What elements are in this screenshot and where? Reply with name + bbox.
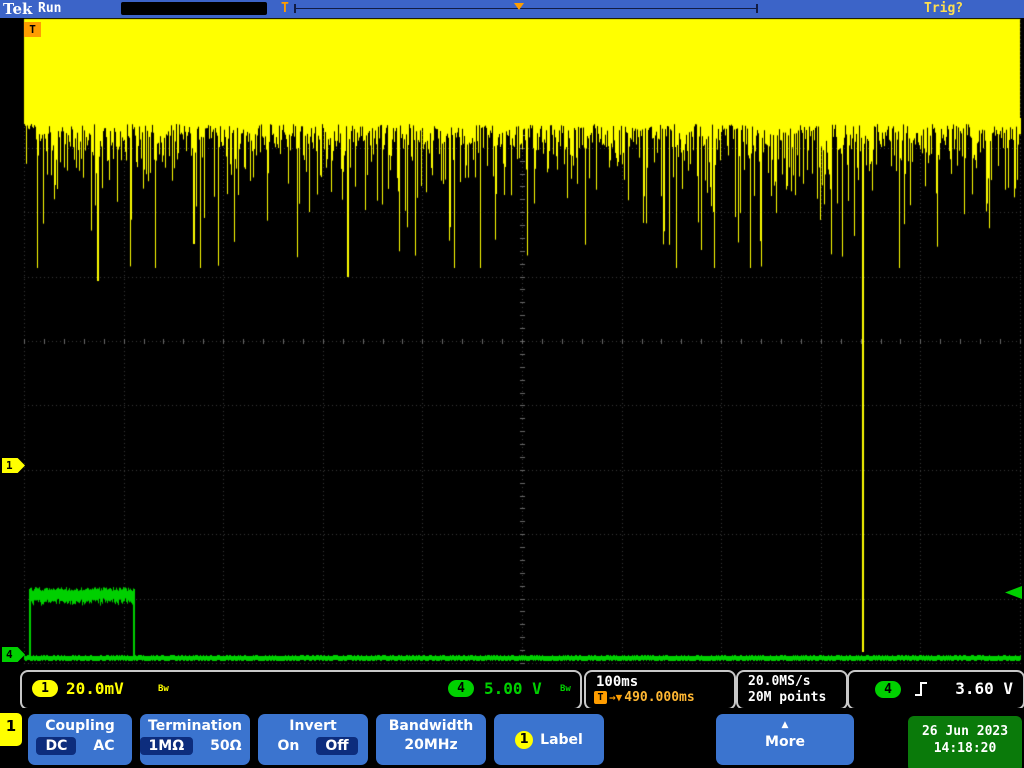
trigger-level-value: 3.60 V — [955, 679, 1013, 698]
bandwidth-value: 20MHz — [404, 737, 458, 753]
trigger-position-value: 490.000ms — [624, 690, 695, 705]
readout-bar: 1 20.0mV Bw 4 5.00 V Bw 100ms T →▼ 490.0… — [0, 668, 1024, 710]
invert-option-off[interactable]: Off — [316, 737, 358, 755]
datetime-display: 26 Jun 2023 14:18:20 — [908, 716, 1022, 768]
trigger-position-icon[interactable] — [514, 3, 524, 10]
ch4-badge: 4 — [448, 680, 474, 697]
ch1-bandwidth-limit-icon: Bw — [158, 684, 169, 694]
termination-option-1mohm[interactable]: 1MΩ — [139, 737, 194, 755]
trigger-t-label: T — [281, 1, 289, 16]
invert-option-on[interactable]: On — [268, 737, 308, 755]
sample-rate-value: 20.0MS/s — [748, 674, 811, 689]
label-button-text: Label — [540, 731, 583, 748]
termination-label: Termination — [148, 718, 242, 734]
acquisition-status: Run — [38, 1, 62, 16]
coupling-button[interactable]: Coupling DC AC — [28, 714, 132, 765]
trigger-arrow-icon: →▼ — [609, 691, 623, 704]
more-button-text: More — [765, 734, 805, 750]
trigger-status-text: Trig? — [924, 1, 964, 16]
termination-option-50ohm[interactable]: 50Ω — [201, 737, 250, 755]
trigger-source-badge: 4 — [875, 681, 901, 698]
up-arrow-icon: ▲ — [781, 720, 789, 730]
bandwidth-label: Bandwidth — [388, 718, 474, 734]
waveform-display — [0, 0, 1024, 768]
oscilloscope-screen: Tek Run T Trig? T 1 4 1 20.0mV Bw 4 5.00… — [0, 0, 1024, 768]
channel-1-tab[interactable]: 1 — [0, 713, 22, 746]
trigger-readout-box: 4 3.60 V — [847, 670, 1024, 710]
coupling-option-dc[interactable]: DC — [36, 737, 77, 755]
header-bar: Tek Run T Trig? — [0, 0, 1024, 18]
date-text: 26 Jun 2023 — [921, 724, 1009, 739]
record-length-value: 20M points — [748, 690, 827, 705]
coupling-option-ac[interactable]: AC — [84, 737, 123, 755]
trigger-t-icon: T — [594, 691, 607, 704]
record-bar — [294, 4, 758, 13]
invert-label: Invert — [289, 718, 337, 734]
coupling-label: Coupling — [45, 718, 115, 734]
ch4-bandwidth-limit-icon: Bw — [560, 684, 571, 694]
label-button[interactable]: 1 Label — [494, 714, 604, 765]
ch1-scale: 20.0mV — [66, 679, 124, 698]
bandwidth-button[interactable]: Bandwidth 20MHz — [376, 714, 486, 765]
bottom-menu-bar: 1 Coupling DC AC Termination 1MΩ 50Ω Inv… — [0, 708, 1024, 768]
channel-readout-box: 1 20.0mV Bw 4 5.00 V Bw — [20, 670, 582, 710]
invert-button[interactable]: Invert On Off — [258, 714, 368, 765]
trigger-position-readout: T →▼ 490.000ms — [594, 690, 695, 705]
more-button[interactable]: ▲ More — [716, 714, 854, 765]
trigger-flag[interactable]: T — [24, 22, 41, 37]
ch1-badge: 1 — [32, 680, 58, 697]
rising-edge-icon — [913, 680, 929, 702]
label-channel-badge: 1 — [515, 730, 534, 749]
termination-button[interactable]: Termination 1MΩ 50Ω — [139, 714, 250, 765]
time-text: 14:18:20 — [933, 741, 997, 756]
horizontal-readout-box: 100ms T →▼ 490.000ms — [584, 670, 736, 710]
ch4-scale: 5.00 V — [484, 679, 542, 698]
acquisition-readout-box: 20.0MS/s 20M points — [736, 670, 848, 710]
tek-logo: Tek — [3, 0, 33, 18]
timebase-value: 100ms — [596, 674, 639, 690]
acquisition-preview-box — [121, 2, 267, 15]
